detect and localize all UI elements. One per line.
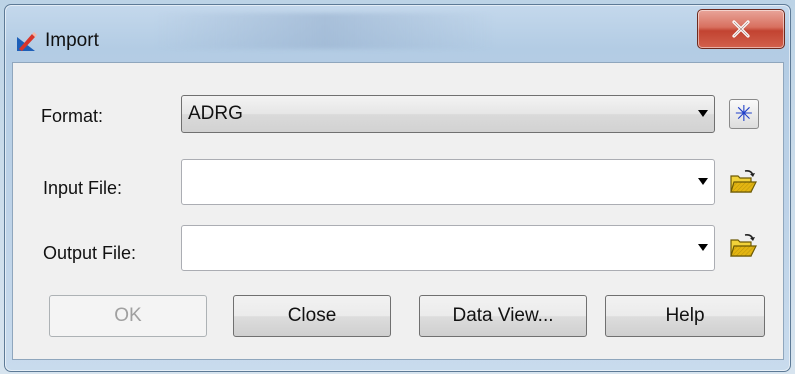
data-view-button[interactable]: Data View... [419,295,587,337]
import-dialog: Import Format: ADRG ✳ Input File: Output… [4,4,791,372]
open-folder-icon [730,234,757,257]
format-label: Format: [41,106,104,126]
input-file-dropdown[interactable] [181,159,715,205]
input-file-label: Input File: [43,178,123,198]
format-value: ADRG [188,103,243,124]
background-blur [155,13,495,49]
output-file-dropdown[interactable] [181,225,715,271]
asterisk-icon: ✳ [734,101,754,126]
help-button[interactable]: Help [605,295,765,337]
close-x-icon [732,20,750,38]
dropdown-arrow-icon [698,110,708,117]
import-pencil-icon [17,32,37,51]
window-close-button[interactable] [697,9,785,49]
output-file-label: Output File: [43,243,137,263]
window-title: Import [45,30,99,51]
dropdown-arrow-icon [698,178,708,185]
output-file-browse-button[interactable] [729,233,759,263]
close-button[interactable]: Close [233,295,391,337]
open-folder-icon [730,170,757,193]
format-options-button[interactable]: ✳ [729,99,759,129]
dropdown-arrow-icon [698,244,708,251]
ok-button[interactable]: OK [49,295,207,337]
format-dropdown[interactable]: ADRG [181,95,715,133]
input-file-browse-button[interactable] [729,169,759,199]
